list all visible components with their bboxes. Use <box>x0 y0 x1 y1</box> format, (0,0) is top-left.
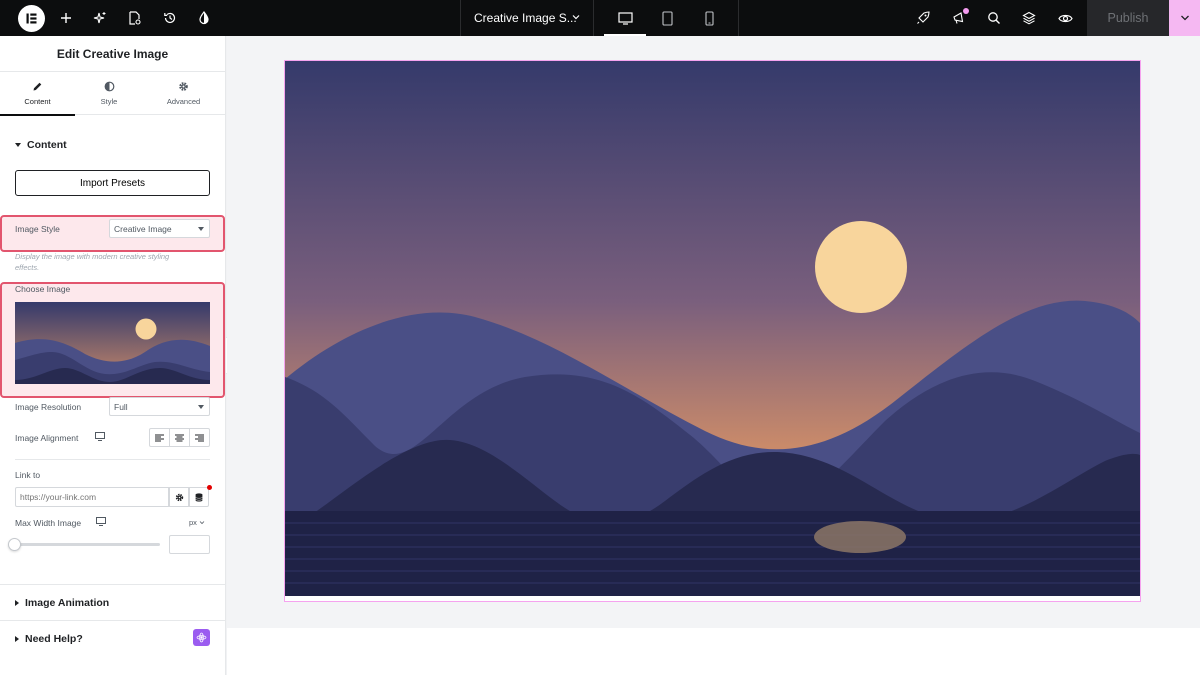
link-options-button[interactable] <box>169 487 189 507</box>
landscape-thumbnail <box>15 302 210 384</box>
section-content-title: Content <box>27 139 67 151</box>
max-width-label: Max Width Image <box>15 518 82 528</box>
history-icon[interactable] <box>152 0 188 36</box>
tab-style-label: Style <box>100 97 118 106</box>
dynamic-tag-indicator <box>207 485 212 490</box>
page-footer-area <box>227 628 1200 675</box>
sun <box>815 221 907 313</box>
choose-image-label: Choose Image <box>15 284 71 294</box>
chevron-down-icon <box>199 521 205 525</box>
publish-options-button[interactable] <box>1169 0 1200 36</box>
link-to-label: Link to <box>15 470 41 480</box>
divider <box>0 584 225 585</box>
tab-advanced-label: Advanced <box>166 97 201 106</box>
creative-image-widget[interactable] <box>285 61 1140 596</box>
unit-value: px <box>189 518 197 527</box>
caret-down-icon <box>198 404 204 409</box>
align-center-button[interactable] <box>170 429 190 446</box>
megaphone-icon[interactable] <box>941 0 977 36</box>
desktop-view-button[interactable] <box>604 0 646 36</box>
gear-icon <box>175 493 183 501</box>
image-resolution-label: Image Resolution <box>15 402 82 412</box>
database-icon <box>195 492 203 502</box>
desktop-responsive-icon[interactable] <box>95 432 105 441</box>
divider <box>15 459 210 460</box>
align-left-icon <box>155 434 164 441</box>
max-width-slider[interactable] <box>15 543 160 546</box>
unit-selector[interactable]: px <box>189 518 205 527</box>
image-alignment-label: Image Alignment <box>15 433 79 443</box>
choose-image-thumbnail[interactable] <box>15 302 210 384</box>
caret-down-icon <box>15 143 21 147</box>
search-icon[interactable] <box>976 0 1012 36</box>
caret-right-icon <box>15 600 19 606</box>
image-style-help: Display the image with modern creative s… <box>15 252 170 272</box>
caret-down-icon <box>198 226 204 231</box>
pencil-icon <box>33 82 42 91</box>
section-need-help-title: Need Help? <box>25 633 83 645</box>
elementor-logo-icon[interactable] <box>18 5 45 32</box>
sun-reflection <box>814 521 906 553</box>
section-content-toggle[interactable]: Content <box>15 139 67 151</box>
align-left-button[interactable] <box>150 429 170 446</box>
notification-dot <box>963 8 969 14</box>
panel-title: Edit Creative Image <box>0 36 225 72</box>
slider-handle[interactable] <box>8 538 21 551</box>
help-badge[interactable] <box>193 629 210 646</box>
rocket-icon[interactable] <box>905 0 941 36</box>
image-style-label: Image Style <box>15 224 60 234</box>
section-image-animation-toggle[interactable]: Image Animation <box>15 597 109 609</box>
sparkle-icon[interactable] <box>82 0 118 36</box>
tab-advanced[interactable]: Advanced <box>146 72 221 115</box>
dynamic-tags-button[interactable] <box>189 487 209 507</box>
tab-style[interactable]: Style <box>75 72 143 115</box>
document-title-dropdown[interactable]: Creative Image S... <box>460 0 594 36</box>
align-right-icon <box>195 434 204 441</box>
landscape-image <box>285 61 1140 596</box>
caret-right-icon <box>15 636 19 642</box>
eye-icon[interactable] <box>1047 0 1083 36</box>
desktop-icon <box>617 11 633 25</box>
half-circle-icon <box>104 81 114 92</box>
image-resolution-select[interactable]: Full <box>109 397 210 416</box>
import-presets-button[interactable]: Import Presets <box>15 170 210 196</box>
editor-panel: Edit Creative Image Content Style Advanc… <box>0 36 226 675</box>
image-alignment-group <box>149 428 210 447</box>
top-bar: Creative Image S... Publish <box>0 0 1200 36</box>
image-style-select[interactable]: Creative Image <box>109 219 210 238</box>
document-title: Creative Image S... <box>474 11 577 25</box>
align-right-button[interactable] <box>190 429 209 446</box>
max-width-number-input[interactable] <box>169 535 210 554</box>
chevron-down-icon <box>1180 15 1189 21</box>
divider <box>0 620 225 621</box>
mobile-view-button[interactable] <box>688 0 730 36</box>
tab-content[interactable]: Content <box>0 72 75 116</box>
tablet-icon <box>661 10 673 26</box>
section-need-help-toggle[interactable]: Need Help? <box>15 633 83 645</box>
panel-tabs: Content Style Advanced <box>0 72 225 116</box>
chevron-down-icon <box>572 15 580 20</box>
desktop-responsive-icon[interactable] <box>96 517 106 526</box>
tab-content-label: Content <box>24 97 51 106</box>
mobile-icon <box>704 10 714 26</box>
section-image-animation-title: Image Animation <box>25 597 110 609</box>
plus-icon[interactable] <box>48 0 84 36</box>
layers-icon[interactable] <box>1011 0 1047 36</box>
align-center-icon <box>175 434 184 441</box>
page-settings-icon[interactable] <box>116 0 152 36</box>
image-style-value: Creative Image <box>114 223 172 234</box>
color-drop-icon[interactable] <box>186 0 222 36</box>
atom-icon <box>196 632 207 643</box>
tablet-view-button[interactable] <box>646 0 688 36</box>
publish-button[interactable]: Publish <box>1087 0 1169 36</box>
toolbar-divider <box>738 0 739 36</box>
gear-icon <box>179 82 188 91</box>
link-url-input[interactable] <box>15 487 169 507</box>
image-resolution-value: Full <box>114 401 128 412</box>
